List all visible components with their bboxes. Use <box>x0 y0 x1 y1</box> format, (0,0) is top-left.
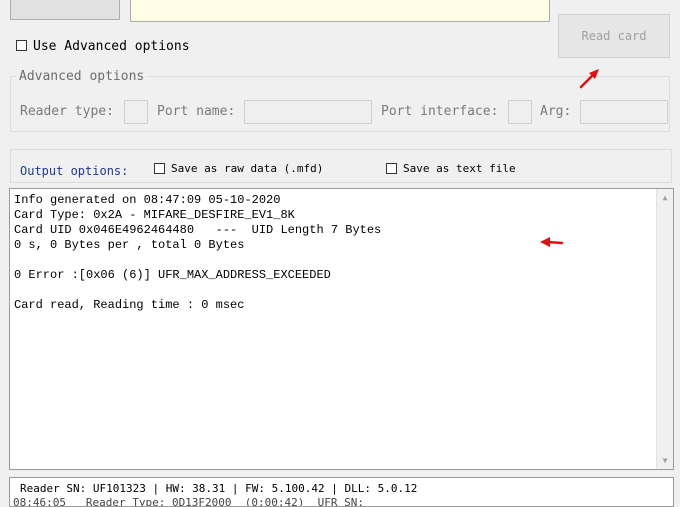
advanced-options-legend: Advanced options <box>16 69 148 84</box>
reader-type-field[interactable] <box>124 100 148 124</box>
status-line-1: Reader SN: UF101323 | HW: 38.31 | FW: 5.… <box>20 482 418 495</box>
save-raw-label: Save as raw data (.mfd) <box>171 162 324 175</box>
output-options-label: Output options: <box>20 164 129 178</box>
status-line-2: 08:46:05 Reader Type: 0D13F2000 (0:00:42… <box>13 496 364 507</box>
arg-field[interactable] <box>580 100 668 124</box>
save-text-label: Save as text file <box>403 162 516 175</box>
read-card-button[interactable]: Read card <box>558 14 670 58</box>
output-text: Info generated on 08:47:09 05-10-2020 Ca… <box>14 193 382 312</box>
port-interface-field[interactable] <box>508 100 532 124</box>
top-input-field[interactable] <box>130 0 550 22</box>
save-text-checkbox[interactable] <box>386 163 397 174</box>
status-bar: Reader SN: UF101323 | HW: 38.31 | FW: 5.… <box>9 477 674 507</box>
annotation-arrow-icon <box>540 237 564 247</box>
reader-type-label: Reader type: <box>20 104 114 119</box>
use-advanced-label: Use Advanced options <box>33 39 190 54</box>
scroll-down-icon[interactable]: ▼ <box>657 452 673 469</box>
use-advanced-checkbox[interactable] <box>16 40 27 51</box>
port-interface-label: Port interface: <box>381 104 499 119</box>
save-raw-checkbox[interactable] <box>154 163 165 174</box>
annotation-arrow-icon <box>579 69 599 89</box>
output-scrollbar[interactable]: ▲ ▼ <box>656 189 673 469</box>
top-button[interactable] <box>10 0 120 20</box>
output-textarea[interactable]: Info generated on 08:47:09 05-10-2020 Ca… <box>9 188 674 470</box>
scroll-up-icon[interactable]: ▲ <box>657 189 673 206</box>
port-name-label: Port name: <box>157 104 236 119</box>
port-name-field[interactable] <box>244 100 372 124</box>
arg-label: Arg: <box>540 104 572 119</box>
